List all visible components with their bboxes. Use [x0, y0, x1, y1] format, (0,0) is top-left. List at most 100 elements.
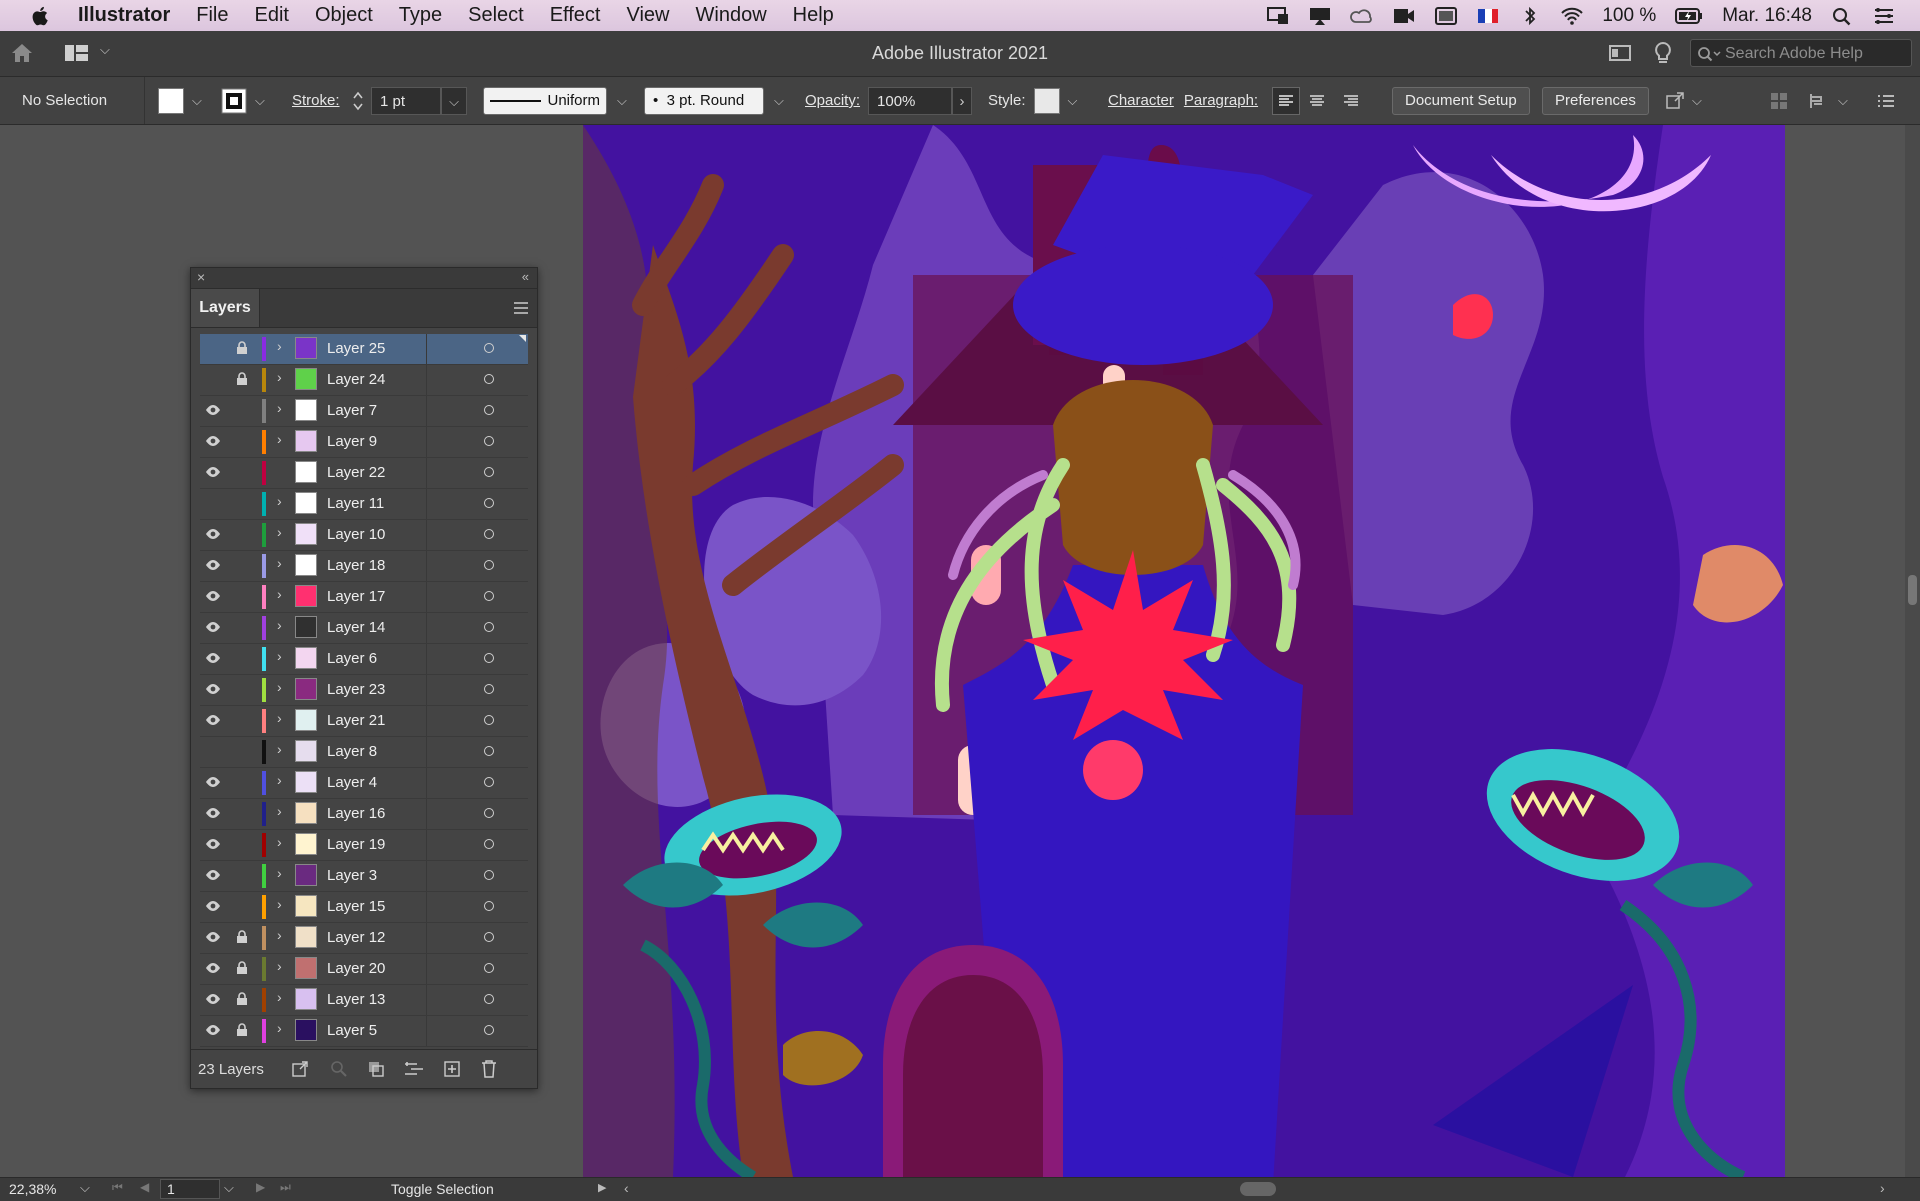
tab-layers[interactable]: Layers — [191, 289, 260, 327]
align-right-button[interactable] — [1334, 87, 1368, 115]
expand-chevron-icon[interactable]: › — [277, 586, 282, 602]
lock-toggle-empty[interactable] — [236, 527, 248, 541]
layer-name[interactable]: Layer 5 — [327, 1022, 377, 1039]
layer-name[interactable]: Layer 17 — [327, 588, 385, 605]
expand-chevron-icon[interactable]: › — [277, 431, 282, 447]
expand-chevron-icon[interactable]: › — [277, 493, 282, 509]
lock-toggle-empty[interactable] — [236, 434, 248, 448]
stroke-weight-input[interactable]: 1 pt — [371, 86, 441, 115]
target-circle-icon[interactable] — [484, 870, 494, 880]
fill-color-swatch[interactable] — [158, 87, 184, 114]
brush-chevron-icon[interactable]: ⌵ — [774, 93, 784, 109]
menu-file[interactable]: File — [196, 4, 228, 27]
layer-row[interactable]: › Layer 15 — [200, 892, 528, 923]
menu-object[interactable]: Object — [315, 4, 373, 27]
graphic-style-swatch[interactable] — [1033, 87, 1060, 114]
layer-row[interactable]: › Layer 7 — [200, 396, 528, 427]
visibility-toggle-empty[interactable] — [205, 373, 221, 385]
grid-panels-icon[interactable] — [1770, 92, 1788, 110]
target-circle-icon[interactable] — [484, 715, 494, 725]
expand-chevron-icon[interactable]: › — [277, 865, 282, 881]
layer-name[interactable]: Layer 7 — [327, 402, 377, 419]
layer-row[interactable]: › Layer 12 — [200, 923, 528, 954]
visibility-eye-icon[interactable] — [205, 435, 221, 447]
layer-row[interactable]: › Layer 13 — [200, 985, 528, 1016]
visibility-eye-icon[interactable] — [205, 652, 221, 664]
layer-name[interactable]: Layer 10 — [327, 526, 385, 543]
target-circle-icon[interactable] — [484, 405, 494, 415]
delete-trash-icon[interactable] — [480, 1059, 498, 1079]
target-circle-icon[interactable] — [484, 994, 494, 1004]
visibility-eye-icon[interactable] — [205, 776, 221, 788]
lock-toggle-empty[interactable] — [236, 713, 248, 727]
zoom-chevron-icon[interactable]: ⌵ — [80, 1180, 90, 1196]
expand-chevron-icon[interactable]: › — [277, 741, 282, 757]
lock-icon[interactable] — [236, 1023, 248, 1037]
arrange-transform-icon[interactable] — [1664, 90, 1686, 112]
french-flag-icon[interactable] — [1476, 6, 1500, 26]
layer-row[interactable]: › Layer 10 — [200, 520, 528, 551]
target-circle-icon[interactable] — [484, 808, 494, 818]
preferences-button[interactable]: Preferences — [1542, 86, 1649, 115]
layer-row[interactable]: › Layer 11 — [200, 489, 528, 520]
layer-name[interactable]: Layer 11 — [327, 495, 384, 512]
export-to-collect-icon[interactable] — [291, 1060, 309, 1078]
first-artboard-icon[interactable]: ⏮ — [112, 1180, 123, 1195]
stroke-color-swatch-icon[interactable] — [221, 88, 247, 114]
stroke-weight-dropdown[interactable]: ⌵ — [441, 86, 467, 115]
layer-row[interactable]: › Layer 21 — [200, 706, 528, 737]
target-circle-icon[interactable] — [484, 653, 494, 663]
menu-type[interactable]: Type — [399, 4, 442, 27]
target-circle-icon[interactable] — [484, 1025, 494, 1035]
menubar-clock[interactable]: Mar. 16:48 — [1722, 5, 1812, 27]
layer-name[interactable]: Layer 23 — [327, 681, 385, 698]
visibility-eye-icon[interactable] — [205, 962, 221, 974]
visibility-eye-icon[interactable] — [205, 590, 221, 602]
expand-chevron-icon[interactable]: › — [277, 710, 282, 726]
layer-row[interactable]: › Layer 16 — [200, 799, 528, 830]
menu-select[interactable]: Select — [468, 4, 524, 27]
lock-icon[interactable] — [236, 341, 248, 355]
visibility-eye-icon[interactable] — [205, 559, 221, 571]
scroll-left-icon[interactable]: ‹ — [624, 1180, 629, 1196]
target-circle-icon[interactable] — [484, 374, 494, 384]
opacity-input[interactable]: 100% — [868, 86, 953, 115]
expand-chevron-icon[interactable]: › — [277, 803, 282, 819]
profile-chevron-icon[interactable]: ⌵ — [617, 93, 627, 109]
create-new-layer-icon[interactable] — [443, 1060, 461, 1078]
layer-name[interactable]: Layer 6 — [327, 650, 377, 667]
character-panel-link[interactable]: Character — [1108, 92, 1174, 109]
target-circle-icon[interactable] — [484, 529, 494, 539]
align-center-button[interactable] — [1300, 87, 1334, 115]
search-adobe-help-input[interactable]: Search Adobe Help — [1690, 39, 1912, 67]
layer-row[interactable]: › Layer 3 — [200, 861, 528, 892]
visibility-eye-icon[interactable] — [205, 900, 221, 912]
fill-dropdown-chevron-icon[interactable]: ⌵ — [192, 93, 202, 109]
lock-toggle-empty[interactable] — [236, 806, 248, 820]
layer-name[interactable]: Layer 8 — [327, 743, 377, 760]
screen-record-icon[interactable] — [1434, 6, 1458, 26]
layer-row[interactable]: › Layer 6 — [200, 644, 528, 675]
visibility-eye-icon[interactable] — [205, 807, 221, 819]
lock-toggle-empty[interactable] — [236, 837, 248, 851]
visibility-toggle-empty[interactable] — [205, 497, 221, 509]
layer-row[interactable]: › Layer 18 — [200, 551, 528, 582]
stroke-stepper-icon[interactable] — [351, 88, 365, 114]
style-chevron-icon[interactable]: ⌵ — [1068, 93, 1078, 109]
layer-name[interactable]: Layer 13 — [327, 991, 385, 1008]
expand-chevron-icon[interactable]: › — [277, 958, 282, 974]
layer-name[interactable]: Layer 12 — [327, 929, 385, 946]
layer-name[interactable]: Layer 22 — [327, 464, 385, 481]
locate-object-icon[interactable] — [330, 1060, 348, 1078]
horizontal-scroll-thumb[interactable] — [1240, 1182, 1276, 1196]
layer-name[interactable]: Layer 24 — [327, 371, 385, 388]
target-circle-icon[interactable] — [484, 436, 494, 446]
vertical-scrollbar[interactable] — [1905, 125, 1920, 1177]
lightbulb-discover-icon[interactable] — [1654, 41, 1672, 65]
menu-edit[interactable]: Edit — [254, 4, 288, 27]
layer-name[interactable]: Layer 19 — [327, 836, 385, 853]
artboard-chevron-icon[interactable]: ⌵ — [224, 1180, 234, 1196]
menu-view[interactable]: View — [627, 4, 670, 27]
opacity-label[interactable]: Opacity: — [805, 92, 860, 109]
layer-row[interactable]: › Layer 24 — [200, 365, 528, 396]
